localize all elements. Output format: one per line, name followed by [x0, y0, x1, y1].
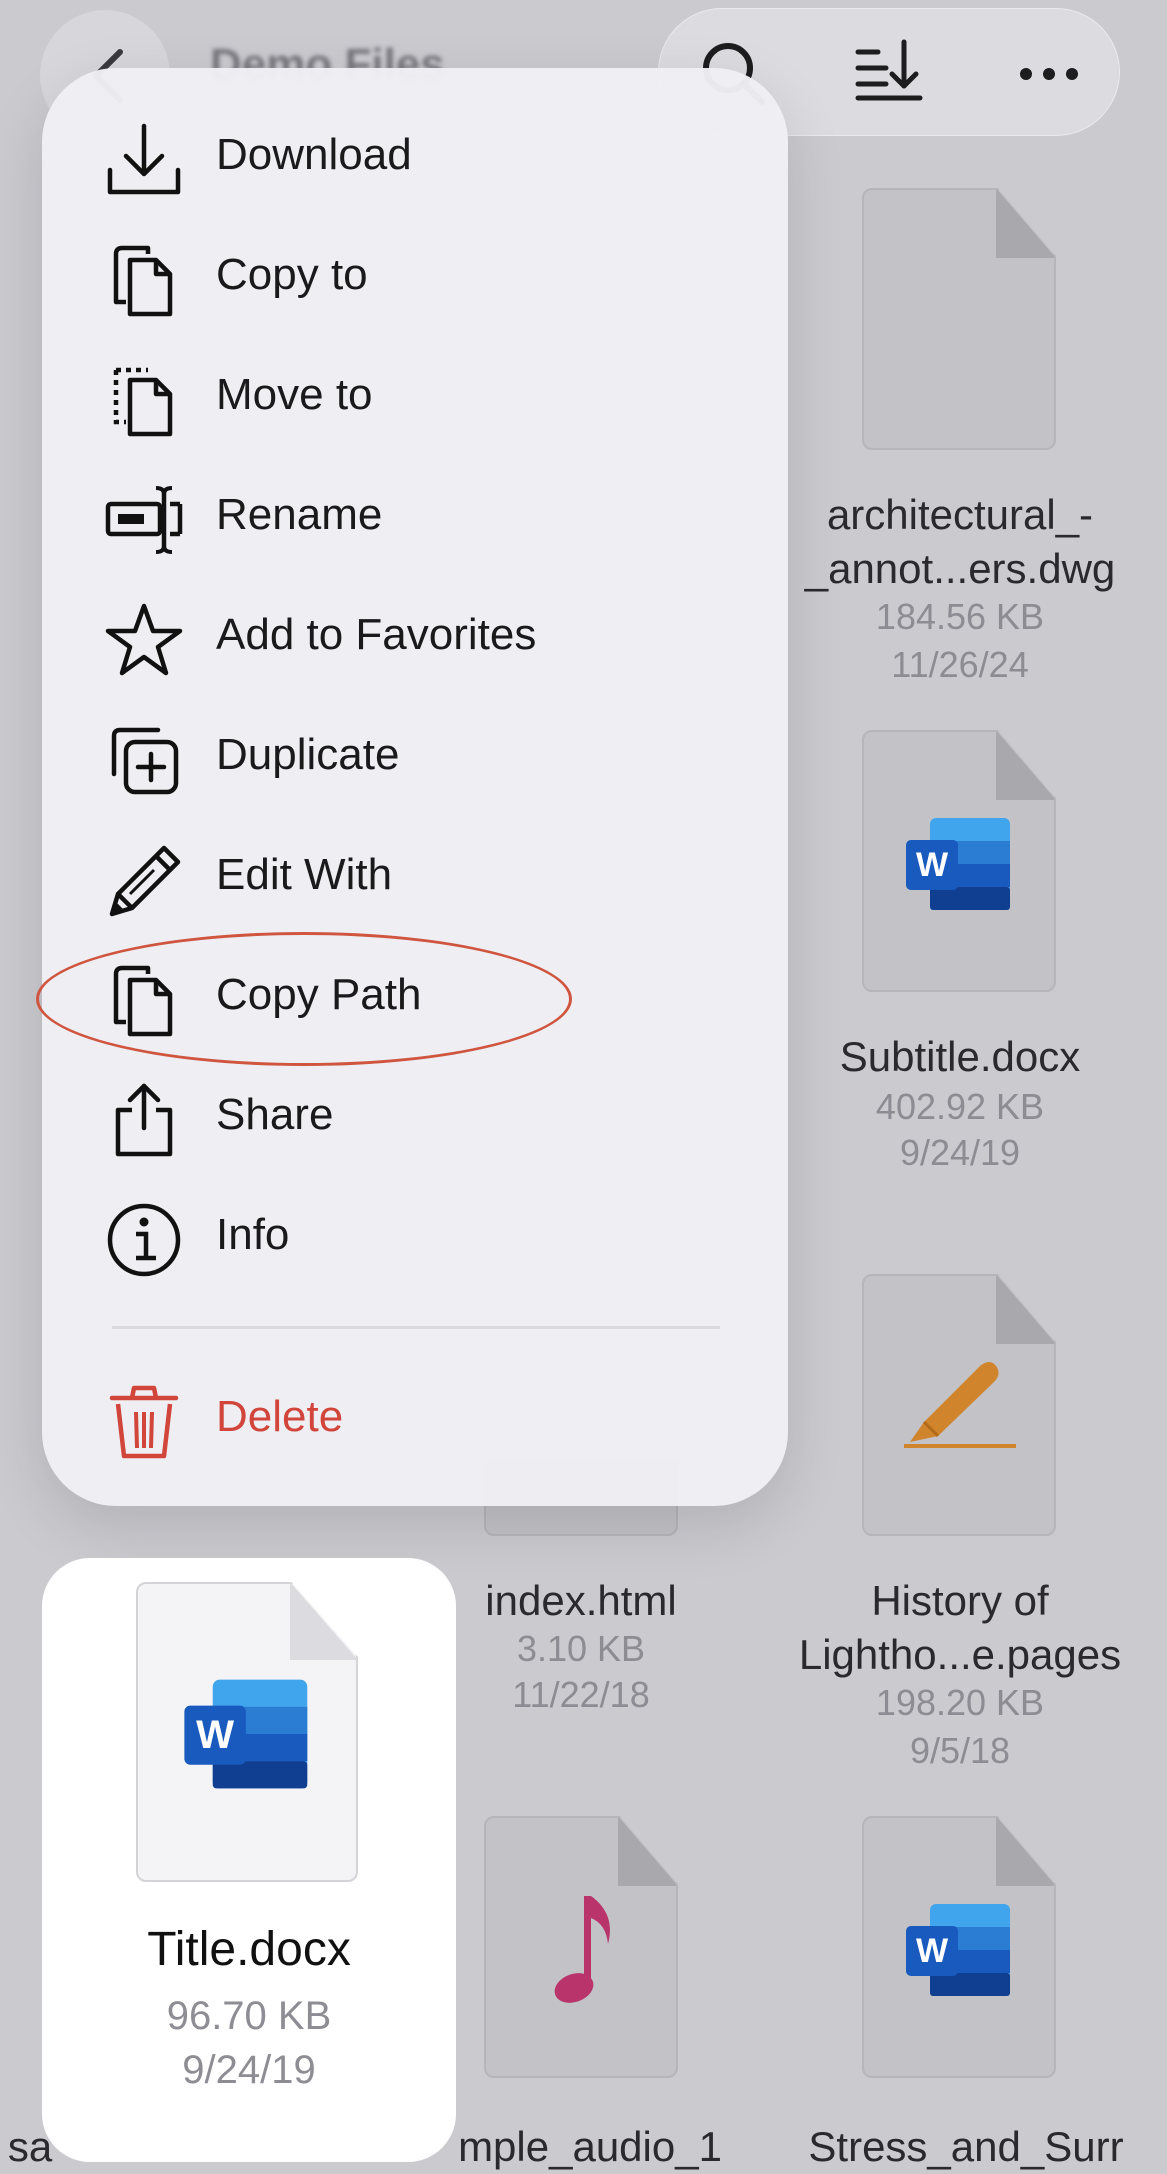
file-date-history: 9/5/18 — [909, 1730, 1011, 1771]
menu-label-delete: Delete — [216, 1392, 344, 1441]
copy-path-icon — [113, 965, 173, 1037]
file-name-subtitle: Subtitle.docx — [839, 1033, 1081, 1080]
menu-label-move-to: Move to — [216, 370, 373, 419]
file-name-audio: mple_audio_1 — [458, 2123, 722, 2170]
rename-icon — [105, 486, 183, 554]
file-thumbnail-audio[interactable] — [484, 1816, 678, 2078]
file-name-architectural-line1: architectural_- — [826, 491, 1094, 538]
menu-item-rename[interactable]: Rename — [42, 462, 788, 572]
file-size-history: 198.20 KB — [875, 1682, 1045, 1723]
menu-item-delete[interactable]: Delete — [42, 1364, 788, 1474]
menu-item-add-to-favorites[interactable]: Add to Favorites — [42, 582, 788, 692]
file-size-subtitle: 402.92 KB — [875, 1086, 1045, 1127]
file-name-stress: Stress_and_Surr — [808, 2123, 1124, 2170]
file-date-architectural: 11/26/24 — [891, 644, 1029, 685]
svg-text:W: W — [916, 846, 949, 884]
star-icon — [105, 603, 183, 676]
svg-text:W: W — [916, 1932, 949, 1970]
copy-to-icon — [113, 245, 173, 317]
file-name-architectural-line2: _annot...ers.dwg — [804, 545, 1116, 592]
word-document-icon: W — [906, 1904, 1010, 1996]
file-size-architectural: 184.56 KB — [875, 596, 1045, 637]
word-document-icon: W — [906, 818, 1010, 910]
pen-nib-icon — [904, 1362, 1016, 1448]
menu-label-download: Download — [216, 130, 412, 179]
menu-item-edit-with[interactable]: Edit With — [42, 822, 788, 932]
ellipsis-icon[interactable] — [1014, 38, 1084, 108]
selected-file-size: 96.70 KB — [166, 1994, 332, 2038]
menu-item-copy-path[interactable]: Copy Path — [42, 942, 788, 1052]
menu-label-share: Share — [216, 1090, 334, 1139]
menu-label-add-to-favorites: Add to Favorites — [216, 610, 537, 659]
menu-item-move-to[interactable]: Move to — [42, 342, 788, 452]
menu-label-copy-path: Copy Path — [216, 970, 422, 1019]
selected-file-preview[interactable]: W Title.docx 96.70 KB 9/24/19 — [42, 1558, 456, 2162]
selected-file-thumbnail: W — [136, 1582, 358, 1882]
file-thumbnail-architectural[interactable] — [862, 188, 1056, 450]
duplicate-icon — [111, 727, 179, 795]
file-thumbnail-stress[interactable]: W — [862, 1816, 1056, 2078]
menu-label-rename: Rename — [216, 490, 383, 539]
context-menu: Download Copy to Move to Rename Add to F… — [36, 68, 788, 1506]
word-document-icon: W — [184, 1679, 308, 1789]
menu-divider — [112, 1326, 720, 1329]
menu-item-copy-to[interactable]: Copy to — [42, 222, 788, 332]
menu-item-info[interactable]: Info — [42, 1182, 788, 1292]
menu-item-duplicate[interactable]: Duplicate — [42, 702, 788, 812]
menu-label-edit-with: Edit With — [216, 850, 393, 899]
info-icon — [107, 1203, 181, 1277]
menu-label-duplicate: Duplicate — [216, 730, 400, 779]
trash-icon — [109, 1385, 179, 1459]
menu-label-info: Info — [216, 1210, 290, 1259]
music-note-icon — [554, 1896, 610, 2003]
menu-label-copy-to: Copy to — [216, 250, 368, 299]
svg-text:W: W — [196, 1712, 234, 1757]
file-name-history-line2: Lightho...e.pages — [798, 1631, 1122, 1678]
menu-item-download[interactable]: Download — [42, 102, 788, 212]
share-icon — [115, 1083, 173, 1157]
download-icon — [107, 123, 181, 195]
file-date-subtitle: 9/24/19 — [899, 1132, 1021, 1173]
sort-down-icon[interactable] — [854, 38, 924, 108]
pencil-icon — [109, 845, 181, 917]
selected-file-name: Title.docx — [147, 1923, 351, 1976]
move-to-icon — [113, 367, 173, 437]
file-thumbnail-history[interactable] — [862, 1274, 1056, 1536]
selected-file-date: 9/24/19 — [182, 2048, 316, 2092]
file-thumbnail-subtitle[interactable]: W — [862, 730, 1056, 992]
file-name-history-line1: History of — [871, 1577, 1049, 1624]
menu-item-share[interactable]: Share — [42, 1062, 788, 1172]
